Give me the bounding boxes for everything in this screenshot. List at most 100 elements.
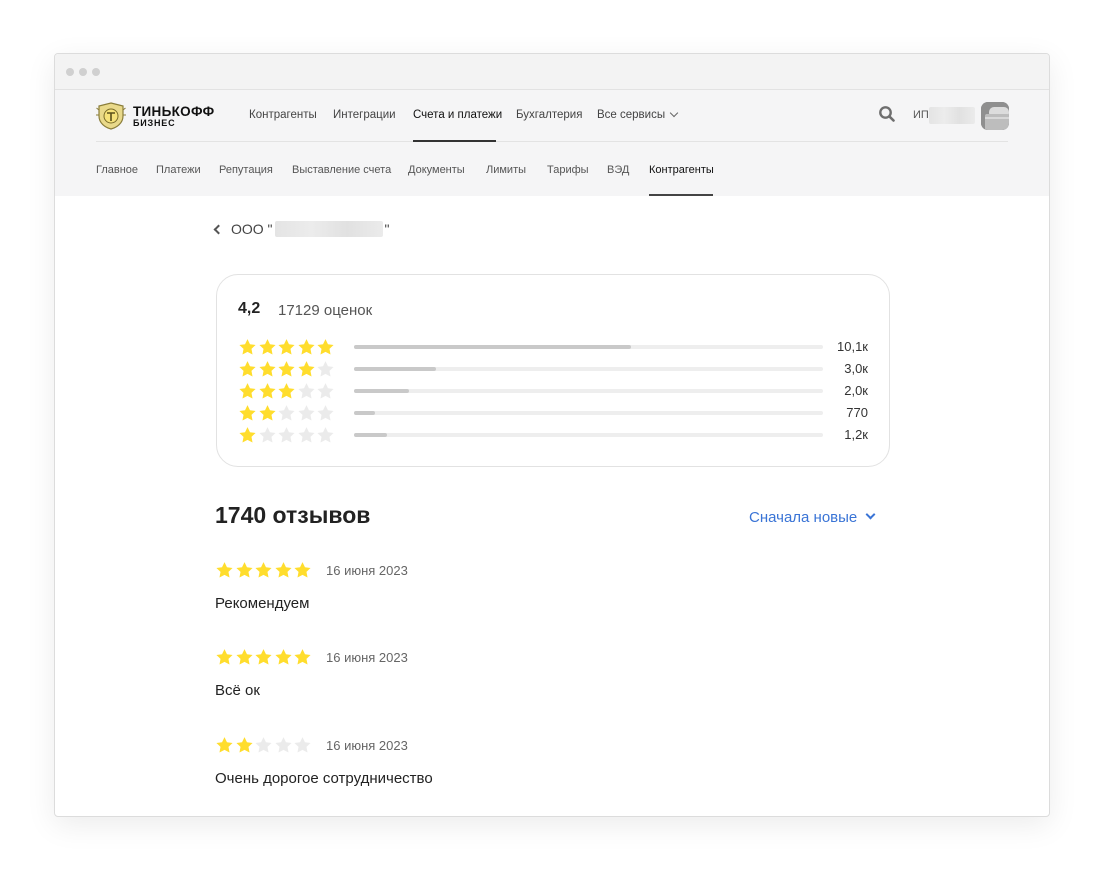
review-stars	[215, 648, 313, 666]
top-nav-item-accounting[interactable]: Бухгалтерия	[516, 109, 582, 121]
star-filled-icon	[317, 339, 334, 355]
top-nav-item-accounts-payments[interactable]: Счета и платежи	[413, 109, 502, 121]
sub-nav-item-main[interactable]: Главное	[96, 164, 138, 176]
briefcase-avatar-icon[interactable]	[981, 102, 1009, 130]
sub-nav-item-foreign-trade[interactable]: ВЭД	[607, 164, 629, 176]
star-filled-icon	[239, 361, 256, 377]
rating-row-stars	[238, 360, 336, 378]
rating-bar-fill	[354, 411, 376, 415]
star-filled-icon	[255, 562, 272, 578]
browser-window: ТИНЬКОФФ БИЗНЕС Контрагенты Интеграции С…	[54, 53, 1050, 817]
top-nav-item-integrations[interactable]: Интеграции	[333, 109, 396, 121]
reviews-count-title: 1740 отзывов	[215, 502, 371, 528]
rating-bar-fill	[354, 389, 409, 393]
window-titlebar	[55, 54, 1049, 90]
rating-bar-fill	[354, 367, 437, 371]
rating-summary-card: 4,2 17129 оценок 10,1к 3,0к 2,0к 770 1,2…	[216, 274, 890, 467]
star-filled-icon	[239, 339, 256, 355]
star-filled-icon	[235, 649, 253, 665]
rating-row-5: 10,1к	[238, 338, 878, 356]
star-filled-icon	[297, 361, 315, 377]
rating-row-count: 2,0к	[844, 383, 868, 398]
chevron-left-icon	[213, 224, 224, 234]
review-text: Всё ок	[215, 682, 260, 699]
rating-row-1: 1,2к	[238, 426, 878, 444]
star-filled-icon	[294, 562, 311, 578]
window-dot-close[interactable]	[66, 68, 74, 76]
star-filled-icon	[278, 383, 295, 399]
sub-nav-item-limits[interactable]: Лимиты	[486, 164, 526, 176]
star-filled-icon	[216, 737, 233, 753]
review-date: 16 июня 2023	[326, 738, 408, 753]
star-filled-icon	[258, 383, 276, 399]
star-empty-icon	[297, 383, 315, 399]
review-date: 16 июня 2023	[326, 650, 408, 665]
sort-label: Сначала новые	[749, 509, 858, 526]
star-filled-icon	[274, 562, 292, 578]
star-empty-icon	[317, 405, 334, 421]
star-empty-icon	[274, 737, 292, 753]
tinkoff-business-logo[interactable]: ТИНЬКОФФ БИЗНЕС	[96, 101, 226, 131]
all-services-label: Все сервисы	[597, 109, 666, 121]
star-filled-icon	[216, 649, 233, 665]
review-text: Очень дорогое сотрудничество	[215, 770, 433, 787]
rating-bar-fill	[354, 345, 631, 349]
review-item: 16 июня 2023 Рекомендуем	[215, 561, 815, 612]
star-empty-icon	[294, 737, 311, 753]
chevron-down-icon	[865, 509, 876, 520]
company-name-redacted	[274, 221, 383, 237]
star-empty-icon	[278, 427, 295, 443]
star-filled-icon	[235, 562, 253, 578]
top-nav-item-all-services[interactable]: Все сервисы	[597, 108, 679, 121]
company-name-suffix: "	[384, 221, 390, 237]
sub-nav-item-tariffs[interactable]: Тарифы	[547, 164, 589, 176]
star-filled-icon	[258, 405, 276, 421]
logo-title: ТИНЬКОФФ	[133, 104, 215, 119]
review-date: 16 июня 2023	[326, 563, 408, 578]
rating-row-count: 770	[846, 405, 868, 420]
sort-dropdown[interactable]: Сначала новые	[749, 509, 876, 526]
sub-nav-item-counterparties[interactable]: Контрагенты	[649, 164, 714, 176]
rating-row-count: 1,2к	[844, 427, 868, 442]
review-text: Рекомендуем	[215, 595, 310, 612]
star-filled-icon	[294, 649, 311, 665]
ratings-count: 17129 оценок	[278, 302, 373, 319]
app-header: ТИНЬКОФФ БИЗНЕС Контрагенты Интеграции С…	[55, 90, 1049, 196]
star-empty-icon	[258, 427, 276, 443]
rating-bar-track	[354, 433, 823, 437]
sub-nav-item-reputation[interactable]: Репутация	[219, 164, 273, 176]
rating-bar-fill	[354, 433, 387, 437]
top-navigation: ТИНЬКОФФ БИЗНЕС Контрагенты Интеграции С…	[96, 90, 1009, 142]
star-filled-icon	[239, 405, 256, 421]
rating-row-stars	[238, 426, 336, 444]
rating-row-count: 10,1к	[837, 339, 868, 354]
rating-row-stars	[238, 338, 336, 356]
sub-nav-item-invoicing[interactable]: Выставление счета	[292, 164, 391, 176]
window-dot-minimize[interactable]	[79, 68, 87, 76]
company-name-prefix: ООО "	[231, 221, 273, 237]
rating-bar-track	[354, 345, 823, 349]
star-empty-icon	[278, 405, 295, 421]
review-stars	[215, 561, 313, 579]
star-filled-icon	[274, 649, 292, 665]
window-dot-maximize[interactable]	[92, 68, 100, 76]
star-filled-icon	[239, 427, 256, 443]
average-rating: 4,2	[238, 300, 261, 317]
sub-nav-item-payments[interactable]: Платежи	[156, 164, 201, 176]
search-icon[interactable]	[878, 105, 896, 123]
sub-nav-item-documents[interactable]: Документы	[408, 164, 465, 176]
star-filled-icon	[216, 562, 233, 578]
star-filled-icon	[255, 649, 272, 665]
user-name-redacted	[929, 107, 975, 124]
review-stars	[215, 736, 313, 754]
review-item: 16 июня 2023 Всё ок	[215, 648, 815, 699]
chevron-down-icon	[669, 108, 679, 118]
top-nav-item-counterparties[interactable]: Контрагенты	[249, 109, 317, 121]
back-to-company-link[interactable]: ООО " "	[213, 221, 390, 237]
rating-row-stars	[238, 404, 336, 422]
review-item: 16 июня 2023 Очень дорогое сотрудничеств…	[215, 736, 815, 787]
star-empty-icon	[297, 427, 315, 443]
rating-bar-track	[354, 367, 823, 371]
tinkoff-emblem-icon	[96, 102, 126, 130]
user-name-prefix[interactable]: ИП	[913, 109, 929, 121]
